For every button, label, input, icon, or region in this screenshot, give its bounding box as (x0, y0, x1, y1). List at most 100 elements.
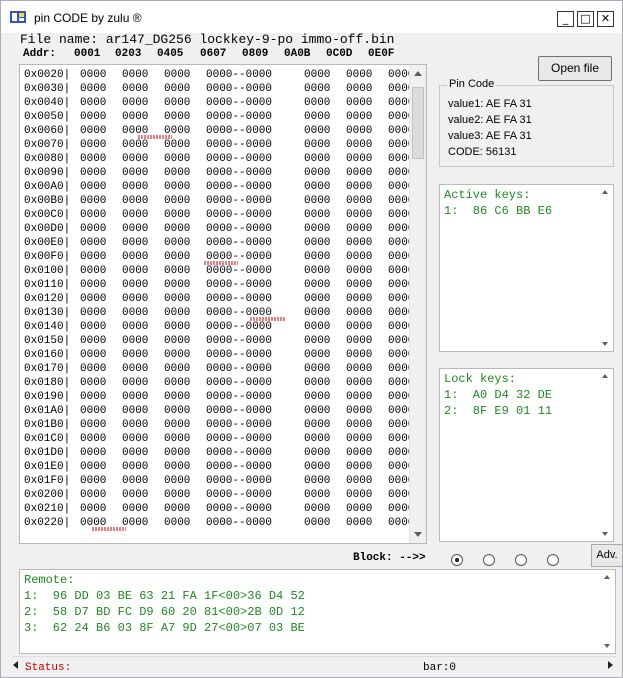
block-radio-3[interactable] (515, 554, 527, 566)
hex-cell: 0000--0000 (206, 83, 273, 95)
hex-cell: 0000 (346, 139, 373, 151)
scroll-thumb[interactable] (412, 87, 424, 159)
hex-cell: 0000--0000 (206, 321, 273, 333)
hex-cell: 0000 (346, 97, 373, 109)
hex-cell: 0000 (80, 321, 107, 333)
hex-cell: 0000 (164, 251, 191, 263)
hex-cell: 0000 (304, 307, 331, 319)
hex-cell: 0000 (80, 517, 107, 529)
hex-cell: 0000 (304, 265, 331, 277)
remote-scrollbar[interactable] (600, 570, 615, 653)
hex-cell: 0000 (346, 419, 373, 431)
pin-value3: value3: AE FA 31 (448, 130, 532, 142)
active-keys-scrollbar[interactable] (598, 185, 613, 351)
hex-cell: 0000--0000 (206, 307, 273, 319)
hex-cell: 0000 (346, 125, 373, 137)
hex-cell: 0000 (304, 503, 331, 515)
hex-cell: 0000 (122, 237, 149, 249)
hex-cell: 0000 (304, 405, 331, 417)
hex-cell: 0000 (304, 69, 331, 81)
hex-col-header: 0405 (157, 48, 184, 60)
hex-cell: 0000 (304, 97, 331, 109)
hex-cell: 0000 (80, 125, 107, 137)
pin-code-value: CODE: 56131 (448, 146, 517, 158)
hex-col-header: 0C0D (326, 48, 353, 60)
maximize-button[interactable]: □ (577, 11, 594, 27)
hex-cell: 0000 (80, 251, 107, 263)
hex-cell: 0000 (164, 391, 191, 403)
hex-cell: 0000 (304, 167, 331, 179)
lock-keys-scrollbar[interactable] (598, 369, 613, 541)
hex-cell: 0000 (164, 125, 191, 137)
hex-cell: 0000 (122, 475, 149, 487)
hex-row-address: 0x0030| (24, 83, 71, 95)
title-bar[interactable]: pin CODE by zulu ® _ □ ✕ (1, 1, 622, 33)
scroll-up-icon[interactable] (604, 575, 610, 579)
hex-cell: 0000 (346, 489, 373, 501)
remote-box[interactable]: Remote: 1: 96 DD 03 BE 63 21 FA 1F<00>36… (19, 569, 616, 654)
pin-code-legend: Pin Code (447, 78, 497, 90)
hex-row-address: 0x0190| (24, 391, 71, 403)
hex-cell: 0000 (80, 433, 107, 445)
hex-cell: 0000 (80, 265, 107, 277)
hex-cell: 0000 (80, 503, 107, 515)
adv-button[interactable]: Adv. (591, 544, 623, 567)
hex-cell: 0000 (80, 475, 107, 487)
block-radio-1[interactable] (451, 554, 463, 566)
hex-cell: 0000 (346, 279, 373, 291)
scroll-down-icon[interactable] (604, 644, 610, 648)
hex-cell: 0000 (164, 489, 191, 501)
block-radio-4[interactable] (547, 554, 559, 566)
hex-row-address: 0x00E0| (24, 237, 71, 249)
scroll-down-icon[interactable] (602, 532, 608, 536)
scroll-down-icon[interactable] (414, 532, 422, 537)
hex-cell: 0000 (164, 139, 191, 151)
hex-cell: 0000--0000 (206, 461, 273, 473)
hex-cell: 0000 (304, 209, 331, 221)
scroll-up-icon[interactable] (602, 374, 608, 378)
block-label: Block: -->> (353, 552, 426, 564)
block-radio-2[interactable] (483, 554, 495, 566)
hex-cell: 0000 (304, 447, 331, 459)
hex-cell: 0000 (304, 153, 331, 165)
hex-cell: 0000 (164, 433, 191, 445)
hex-cell: 0000--0000 (206, 237, 273, 249)
hex-view[interactable]: 0x0020| 0000 0000 0000 0000--0000 0000 0000 000… (19, 64, 427, 544)
hex-cell: 0000 (164, 503, 191, 515)
scroll-right-icon[interactable] (608, 661, 613, 669)
hex-cell: 0000 (164, 181, 191, 193)
hex-cell: 0000 (122, 69, 149, 81)
hex-cell: 0000 (122, 447, 149, 459)
close-button[interactable]: ✕ (597, 11, 614, 27)
hex-cell: 0000--0000 (206, 223, 273, 235)
hex-cell: 0000--0000 (206, 489, 273, 501)
scroll-left-icon[interactable] (13, 661, 18, 669)
app-icon (10, 11, 26, 23)
open-file-button[interactable]: Open file (538, 56, 612, 81)
lock-keys-box[interactable]: Lock keys: 1: A0 D4 32 DE 2: 8F E9 01 11 (439, 368, 614, 542)
hex-cell: 0000 (346, 195, 373, 207)
hex-cell: 0000--0000 (206, 335, 273, 347)
hex-row-address: 0x00D0| (24, 223, 71, 235)
hex-row-address: 0x0140| (24, 321, 71, 333)
scroll-up-icon[interactable] (414, 71, 422, 76)
hex-cell: 0000 (346, 251, 373, 263)
active-keys-box[interactable]: Active keys: 1: 86 C6 BB E6 (439, 184, 614, 352)
hex-cell: 0000 (304, 335, 331, 347)
status-bar[interactable]: Status: bar:0 (13, 656, 617, 674)
hex-cell: 0000 (164, 475, 191, 487)
hex-scrollbar[interactable] (409, 65, 426, 543)
hex-col-header: 0203 (115, 48, 142, 60)
hex-cell: 0000 (80, 391, 107, 403)
hex-cell: 0000--0000 (206, 279, 273, 291)
hex-cell: 0000 (304, 517, 331, 529)
scroll-down-icon[interactable] (602, 342, 608, 346)
hex-cell: 0000--0000 (206, 139, 273, 151)
hex-cell: 0000 (80, 489, 107, 501)
hex-cell: 0000 (122, 139, 149, 151)
minimize-button[interactable]: _ (557, 11, 574, 27)
hex-row-address: 0x0020| (24, 69, 71, 81)
hex-cell: 0000 (80, 83, 107, 95)
scroll-up-icon[interactable] (602, 190, 608, 194)
hex-cell: 0000 (164, 237, 191, 249)
